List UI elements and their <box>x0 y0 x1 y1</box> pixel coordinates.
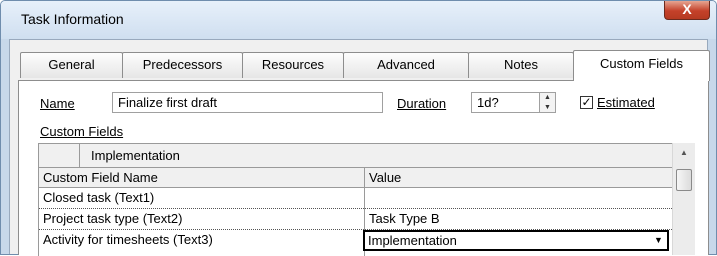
scrollbar-thumb[interactable] <box>676 169 692 191</box>
field-name-cell[interactable]: Project task type (Text2) <box>39 209 364 228</box>
tab-predecessors[interactable]: Predecessors <box>122 52 243 78</box>
value-dropdown[interactable]: Implementation ▼ <box>363 230 669 251</box>
tab-notes[interactable]: Notes <box>468 52 574 78</box>
edit-bar-value[interactable]: Implementation <box>87 146 357 165</box>
tab-advanced-label: Advanced <box>377 57 435 72</box>
dropdown-selected-value: Implementation <box>368 233 457 248</box>
tab-custom-fields[interactable]: Custom Fields <box>573 50 710 81</box>
tab-resources-label: Resources <box>261 57 325 72</box>
table-row[interactable]: Activity for timesheets (Text3) Implemen… <box>39 230 672 251</box>
tab-general[interactable]: General <box>20 52 123 78</box>
column-header-name[interactable]: Custom Field Name <box>39 168 364 187</box>
tab-general-label: General <box>48 57 95 72</box>
tab-advanced[interactable]: Advanced <box>343 52 469 78</box>
name-field[interactable]: Finalize first draft <box>112 92 383 113</box>
field-name-cell[interactable]: Closed task (Text1) <box>39 188 364 207</box>
name-label: Name <box>40 96 75 111</box>
chevron-down-icon[interactable]: ▼ <box>652 234 665 247</box>
duration-spinner[interactable]: ▲ ▼ <box>539 92 556 113</box>
tab-notes-label: Notes <box>504 57 538 72</box>
tab-strip: General Predecessors Resources Advanced … <box>20 50 710 82</box>
duration-field[interactable]: 1d? <box>471 92 540 113</box>
table-row[interactable]: Closed task (Text1) <box>39 188 672 209</box>
duration-label: Duration <box>397 96 447 111</box>
estimated-checkbox[interactable]: ✓ <box>580 96 593 109</box>
grid-edit-bar: Implementation <box>39 144 672 168</box>
checkmark-icon: ✓ <box>581 95 592 109</box>
field-name-cell[interactable]: Activity for timesheets (Text3) <box>39 230 364 249</box>
up-arrow-icon[interactable]: ▲ <box>540 93 555 102</box>
estimated-label: Estimated <box>597 95 655 110</box>
custom-fields-label: Custom Fields <box>40 124 124 139</box>
tab-resources[interactable]: Resources <box>242 52 344 78</box>
grid-vertical-scrollbar[interactable]: ▲ <box>672 143 695 255</box>
scroll-up-arrow-icon[interactable]: ▲ <box>673 148 695 157</box>
custom-fields-grid: Implementation Custom Field Name Value C… <box>38 143 672 256</box>
field-value-cell[interactable]: Task Type B <box>365 209 665 228</box>
column-header-value[interactable]: Value <box>365 168 665 187</box>
field-value-cell[interactable] <box>365 188 665 207</box>
close-icon: X <box>682 1 692 17</box>
tab-custom-fields-label: Custom Fields <box>599 56 684 71</box>
down-arrow-icon[interactable]: ▼ <box>540 103 555 112</box>
dialog-title: Task Information <box>21 11 124 27</box>
title-bar[interactable]: Task Information X <box>1 1 716 39</box>
grid-header-row: Custom Field Name Value <box>39 168 672 188</box>
close-button[interactable]: X <box>664 1 710 20</box>
table-row[interactable]: Project task type (Text2) Task Type B <box>39 209 672 230</box>
row-selector-cell[interactable] <box>39 144 80 167</box>
tab-predecessors-label: Predecessors <box>142 57 223 72</box>
